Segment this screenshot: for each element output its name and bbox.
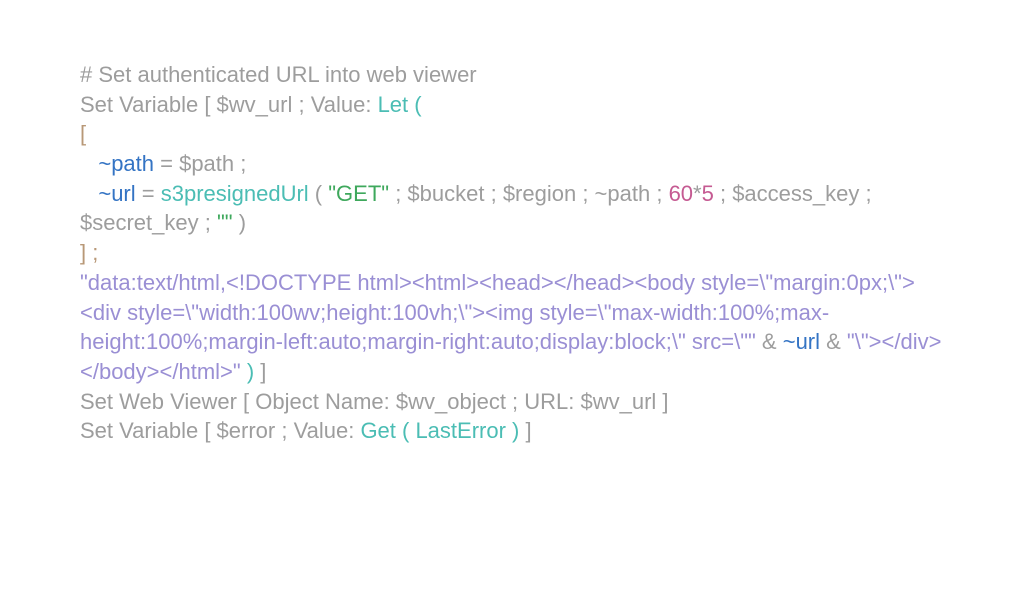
num-5: 5 (702, 181, 714, 206)
set-web-viewer-line: Set Web Viewer [ Object Name: $wv_object… (80, 389, 669, 414)
get-string: "GET" (328, 181, 389, 206)
bracket-close-semi: ] ; (80, 240, 98, 265)
set-variable-error-prefix: Set Variable [ $error ; Value: (80, 418, 360, 443)
tilde-path: ~path (98, 151, 154, 176)
let-keyword: Let ( (378, 92, 422, 117)
tilde-url-2: ~url (783, 329, 820, 354)
comment-line: # Set authenticated URL into web viewer (80, 62, 477, 87)
func-s3presignedurl: s3presignedUrl (161, 181, 309, 206)
set-variable-wvurl-prefix: Set Variable [ $wv_url ; Value: (80, 92, 378, 117)
bracket-open: [ (80, 121, 86, 146)
code-snippet: # Set authenticated URL into web viewer … (80, 60, 944, 446)
empty-string: "" (217, 210, 233, 235)
get-lasterror: Get ( LastError ) (360, 418, 519, 443)
tilde-url: ~url (98, 181, 135, 206)
num-60: 60 (669, 181, 693, 206)
eq-path: = $path ; (154, 151, 246, 176)
